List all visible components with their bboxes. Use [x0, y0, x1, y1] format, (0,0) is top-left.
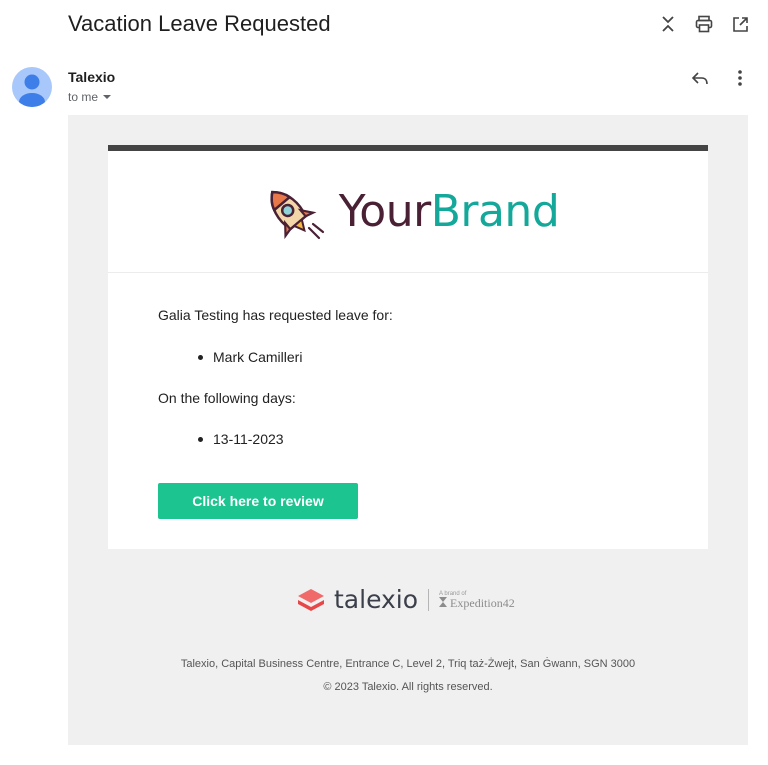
review-button[interactable]: Click here to review	[158, 483, 358, 519]
expedition-label: Expedition42	[450, 595, 515, 610]
rocket-icon	[270, 190, 324, 239]
open-in-new-icon[interactable]	[730, 14, 750, 34]
brand-header: YourBrand	[108, 151, 708, 273]
logo-divider	[428, 588, 430, 611]
expedition-brand: A brand of Expedition42	[439, 591, 515, 609]
intro-text: Galia Testing has requested leave for:	[158, 307, 393, 323]
recipient-toggle[interactable]: to me	[68, 90, 112, 104]
more-vert-icon[interactable]	[730, 68, 750, 88]
talexio-logo[interactable]: talexio A brand of Expedition42	[296, 585, 515, 614]
bullet-dot	[198, 436, 203, 442]
avatar	[12, 67, 52, 107]
days-label: On the following days:	[158, 390, 296, 406]
person-icon	[19, 74, 45, 107]
email-body-frame: YourBrand Galia Testing has requested le…	[68, 115, 748, 745]
brand-part1: Your	[338, 186, 431, 237]
reply-icon[interactable]	[690, 68, 710, 88]
expedition-name: Expedition42	[439, 595, 515, 610]
list-item: Mark Camilleri	[198, 349, 302, 365]
footer-copyright: © 2023 Talexio. All rights reserved.	[323, 681, 493, 693]
hourglass-icon	[439, 596, 448, 607]
recipient-label: to me	[68, 90, 99, 104]
talexio-logo-icon	[298, 588, 324, 611]
brand-logo-text: YourBrand	[339, 186, 560, 237]
bullet-dot	[198, 354, 203, 360]
collapse-icon[interactable]	[658, 14, 678, 34]
talexio-wordmark: talexio	[334, 585, 419, 614]
email-card: YourBrand Galia Testing has requested le…	[108, 145, 708, 549]
sender-name[interactable]: Talexio	[68, 69, 115, 85]
message-actions	[690, 68, 750, 88]
employee-name: Mark Camilleri	[213, 349, 303, 365]
list-item: 13-11-2023	[198, 431, 284, 447]
print-icon[interactable]	[694, 14, 714, 34]
leave-date: 13-11-2023	[213, 431, 284, 447]
email-subject: Vacation Leave Requested	[68, 11, 331, 36]
chevron-down-icon	[103, 95, 112, 99]
brand-part2: Brand	[430, 186, 560, 237]
footer-address: Talexio, Capital Business Centre, Entran…	[180, 658, 636, 670]
header-actions	[658, 14, 750, 34]
